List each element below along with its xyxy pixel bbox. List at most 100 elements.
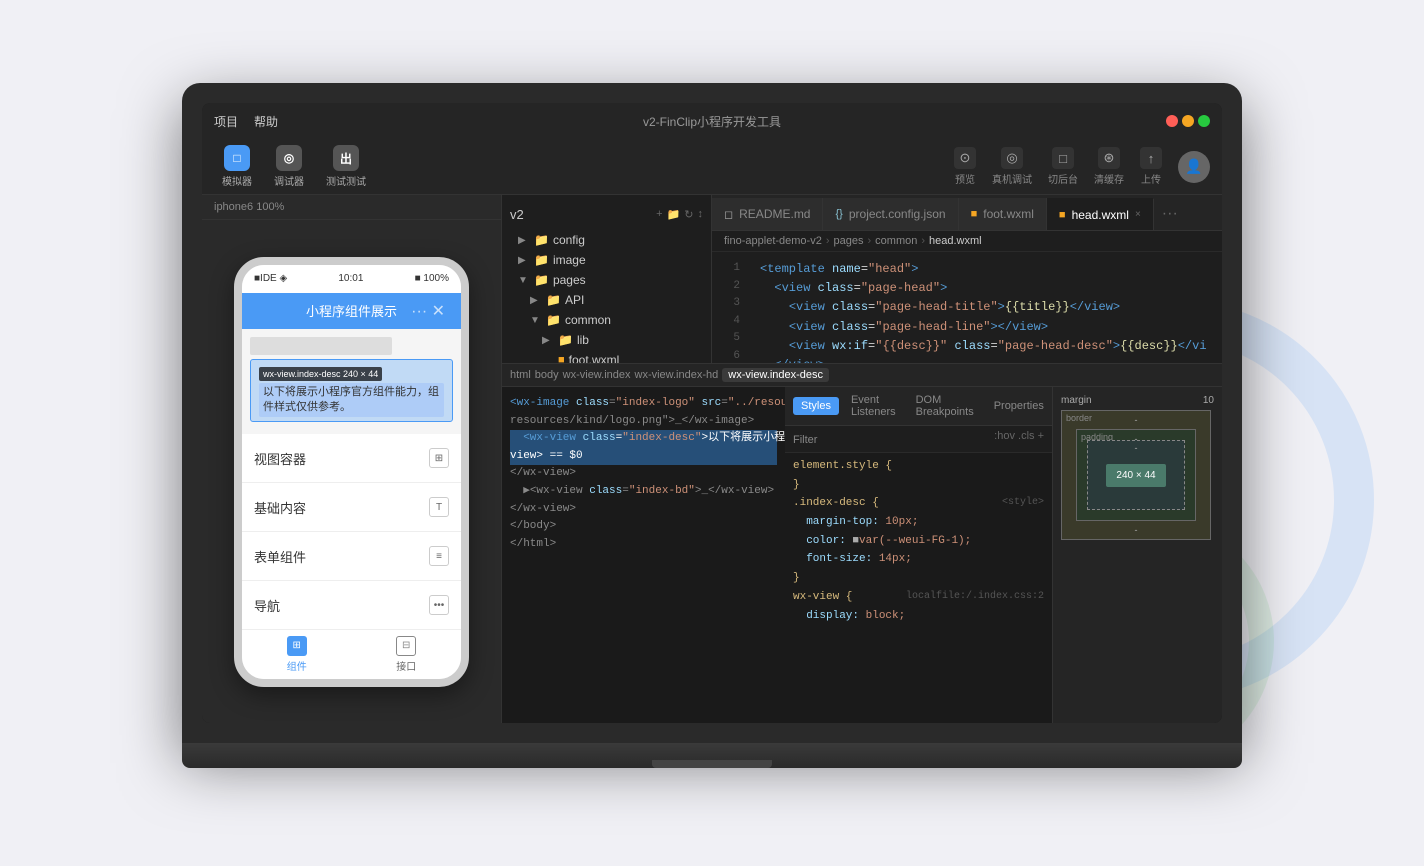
styles-tab-dom[interactable]: DOM Breakpoints <box>908 391 982 421</box>
explorer-collapse-icon[interactable]: ↕ <box>698 208 704 221</box>
toolbar-clearcache-action[interactable]: ⊛ 清缓存 <box>1094 147 1124 186</box>
tree-foot-wxml[interactable]: ▶ ■ foot.wxml <box>502 350 711 363</box>
toolbar-simulate-button[interactable]: □ 模拟器 <box>214 141 260 192</box>
phone-content: wx-view.index-desc 240 × 44 以下将展示小程序官方组件… <box>242 329 461 435</box>
phone-device: ■IDE ◈ 10:01 ■ 100% 小程序组件展示 ··· ✕ <box>234 257 469 687</box>
tab-head-icon: ■ <box>1059 209 1066 221</box>
toolbar-realtest-action[interactable]: ◎ 真机调试 <box>992 147 1032 186</box>
html-panel: <wx-image class="index-logo" src="../res… <box>502 387 785 723</box>
toolbar-debug-button[interactable]: ◎ 调试器 <box>266 141 312 192</box>
styles-tab-styles[interactable]: Styles <box>793 397 839 415</box>
folder-icon: 📁 <box>546 313 561 327</box>
code-line-6: </view> <box>760 356 1210 363</box>
tree-item-label: pages <box>553 273 586 287</box>
window-minimize-button[interactable] <box>1182 115 1194 127</box>
realtest-icon: ◎ <box>1001 147 1023 169</box>
element-label: wx-view.index-desc 240 × 44 <box>259 367 382 381</box>
tab-head[interactable]: ■ head.wxml × <box>1047 198 1154 230</box>
tab-close-button[interactable]: × <box>1135 209 1141 220</box>
html-line-5: </wx-view> <box>510 465 777 483</box>
tree-api[interactable]: ▶ 📁 API <box>502 290 711 310</box>
window-close-button[interactable] <box>1166 115 1178 127</box>
tab-readme[interactable]: ◻ README.md <box>712 198 823 230</box>
tab-readme-icon: ◻ <box>724 208 733 221</box>
tree-image[interactable]: ▶ 📁 image <box>502 250 711 270</box>
toolbar-preview-action[interactable]: ⊙ 预览 <box>954 147 976 186</box>
menu-view-label: 视图容器 <box>254 449 306 468</box>
clearcache-label: 清缓存 <box>1094 171 1124 186</box>
tree-arrow-icon: ▼ <box>530 315 542 326</box>
folder-icon: 📁 <box>546 293 561 307</box>
folder-icon: 📁 <box>534 253 549 267</box>
tree-arrow-icon: ▶ <box>530 295 542 306</box>
breadcrumb-item-2[interactable]: common <box>875 235 917 247</box>
html-bc-index[interactable]: wx-view.index <box>563 369 631 381</box>
toolbar: □ 模拟器 ◎ 调试器 出 测试测试 <box>202 139 1222 195</box>
folder-icon: 📁 <box>534 273 549 287</box>
tree-arrow-icon: ▶ <box>518 235 530 246</box>
code-editor[interactable]: 1 2 3 4 5 6 7 8 <box>712 252 1222 363</box>
breadcrumb-current: head.wxml <box>929 235 982 247</box>
html-bc-hd[interactable]: wx-view.index-hd <box>635 369 719 381</box>
nav-component[interactable]: ⊞ 组件 <box>242 636 352 673</box>
tree-pages[interactable]: ▼ 📁 pages <box>502 270 711 290</box>
tab-foot-icon: ■ <box>971 208 978 220</box>
explorer-new-folder-icon[interactable]: 📁 <box>667 208 681 221</box>
breadcrumb-item-1[interactable]: pages <box>834 235 864 247</box>
nav-interface[interactable]: ⊟ 接口 <box>352 636 462 673</box>
user-avatar[interactable]: 👤 <box>1178 151 1210 183</box>
phone-menu-basic-content[interactable]: 基础内容 T <box>242 483 461 532</box>
explorer-refresh-icon[interactable]: ↻ <box>684 208 693 221</box>
breadcrumb-item-0[interactable]: fino-applet-demo-v2 <box>724 235 822 247</box>
tree-item-label: foot.wxml <box>569 353 620 363</box>
simulate-icon: □ <box>224 145 250 171</box>
tree-common[interactable]: ▼ 📁 common <box>502 310 711 330</box>
tab-more-button[interactable]: ··· <box>1154 198 1186 230</box>
explorer-root-label: v2 <box>510 207 524 222</box>
wxml-file-icon: ■ <box>558 354 565 363</box>
tree-arrow-icon: ▼ <box>518 275 530 286</box>
styles-panel: Styles Event Listeners DOM Breakpoints P… <box>785 387 1052 723</box>
html-bc-body[interactable]: body <box>535 369 559 381</box>
tree-arrow-icon: ▶ <box>542 335 554 346</box>
tab-project-config[interactable]: {} project.config.json <box>823 198 958 230</box>
phone-menu-btn[interactable]: ··· ✕ <box>411 301 445 321</box>
html-line-3: <wx-view class="index-desc">以下将展示小程序官方组件… <box>510 430 777 448</box>
phone-menu-form[interactable]: 表单组件 ≡ <box>242 532 461 581</box>
phone-menu-nav[interactable]: 导航 ••• <box>242 581 461 630</box>
toolbar-right: ⊙ 预览 ◎ 真机调试 □ 切后台 ⊛ 清缓存 <box>954 147 1210 186</box>
menu-help[interactable]: 帮助 <box>254 113 278 130</box>
tab-foot[interactable]: ■ foot.wxml <box>959 198 1047 230</box>
window-maximize-button[interactable] <box>1198 115 1210 127</box>
styles-tab-event[interactable]: Event Listeners <box>843 391 904 421</box>
file-explorer: v2 + 📁 ↻ ↕ <box>502 195 712 363</box>
code-line-1: <template name="head"> <box>760 260 1210 279</box>
toolbar-cutlog-action[interactable]: □ 切后台 <box>1048 147 1078 186</box>
toolbar-upload-action[interactable]: ↑ 上传 <box>1140 147 1162 186</box>
tree-lib[interactable]: ▶ 📁 lib <box>502 330 711 350</box>
app-title: v2-FinClip小程序开发工具 <box>643 113 781 130</box>
bottom-panel: html body wx-view.index wx-view.index-hd… <box>502 363 1222 723</box>
editor-row: v2 + 📁 ↻ ↕ <box>502 195 1222 363</box>
laptop-body: 项目 帮助 v2-FinClip小程序开发工具 □ <box>182 83 1242 743</box>
html-bc-html[interactable]: html <box>510 369 531 381</box>
html-bc-desc[interactable]: wx-view.index-desc <box>722 368 829 382</box>
box-top-value: - <box>1135 415 1138 425</box>
explorer-new-file-icon[interactable]: + <box>656 208 662 221</box>
cutlog-label: 切后台 <box>1048 171 1078 186</box>
toolbar-test-button[interactable]: 出 测试测试 <box>318 141 374 192</box>
styles-tab-properties[interactable]: Properties <box>986 397 1052 415</box>
menu-project[interactable]: 项目 <box>214 113 238 130</box>
code-line-2: <view class="page-head"> <box>760 279 1210 298</box>
tree-config[interactable]: ▶ 📁 config <box>502 230 711 250</box>
folder-icon: 📁 <box>534 233 549 247</box>
debug-icon: ◎ <box>276 145 302 171</box>
app-window: 项目 帮助 v2-FinClip小程序开发工具 □ <box>202 103 1222 723</box>
explorer-header: v2 + 📁 ↻ ↕ <box>502 203 711 230</box>
realtest-label: 真机调试 <box>992 171 1032 186</box>
html-line-9: </html> <box>510 536 777 554</box>
menu-basic-label: 基础内容 <box>254 498 306 517</box>
nav-interface-icon: ⊟ <box>396 636 416 656</box>
phone-menu-view-container[interactable]: 视图容器 ⊞ <box>242 434 461 483</box>
right-panel: v2 + 📁 ↻ ↕ <box>502 195 1222 723</box>
